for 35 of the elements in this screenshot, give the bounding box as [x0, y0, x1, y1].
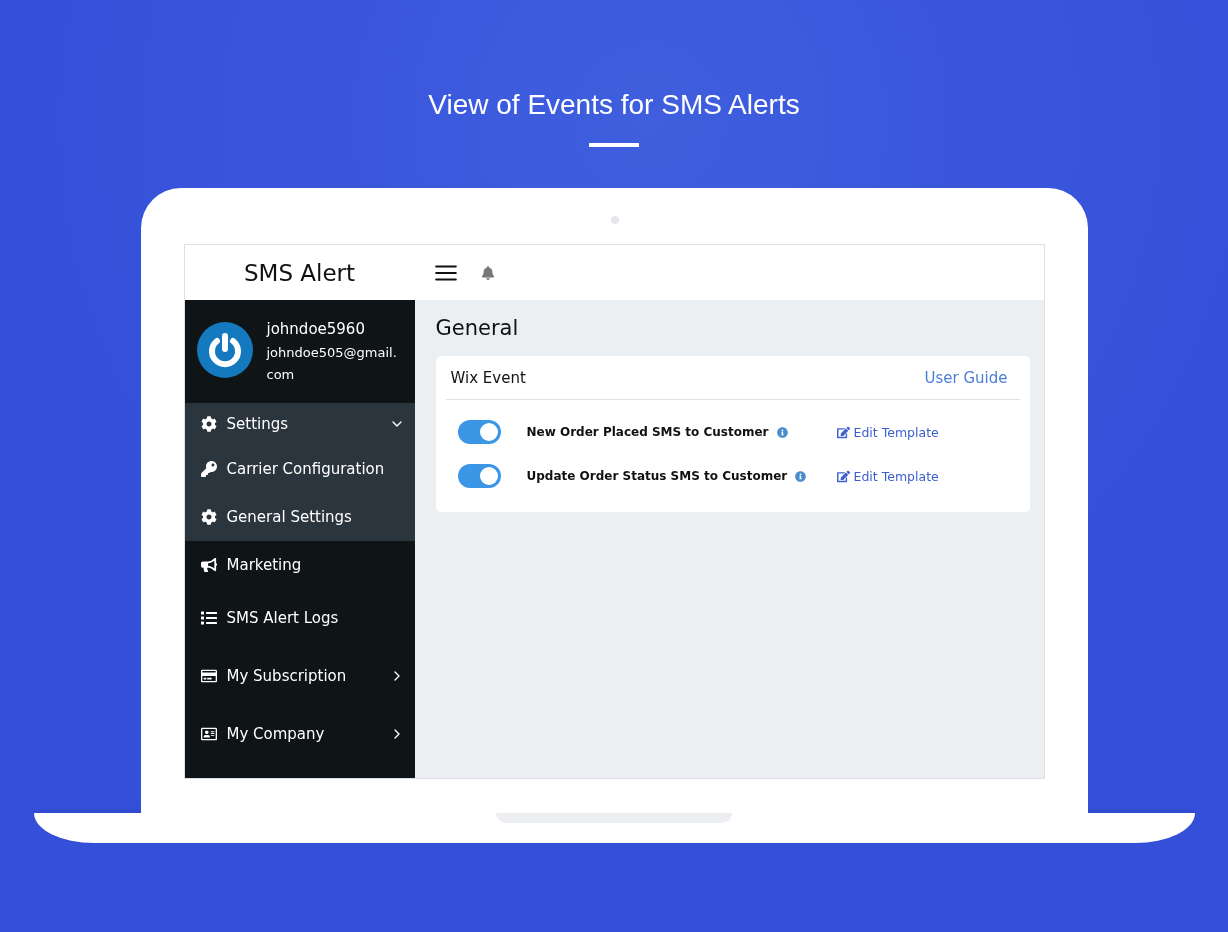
toggle-switch[interactable]: [457, 420, 501, 444]
headline: View of Events for SMS Alerts: [428, 88, 800, 122]
event-label: Update Order Status SMS to Customer: [526, 469, 788, 483]
camera-dot: [610, 216, 619, 224]
sidebar-item-icon: [200, 509, 217, 525]
toggle-switch[interactable]: [457, 464, 501, 488]
user-guide-link[interactable]: User Guide: [924, 368, 1008, 387]
brand-title: SMS Alert: [242, 259, 357, 286]
sidebar-item-icon: [200, 557, 217, 573]
headline-underline: [589, 143, 639, 147]
user-name: johndoe5960: [266, 320, 366, 338]
sidebar-subitem[interactable]: General Settings: [184, 493, 415, 541]
edit-template-link[interactable]: Edit Template: [836, 424, 939, 440]
sidebar-item[interactable]: Marketing: [184, 541, 415, 589]
sidebar-item-icon: [200, 726, 217, 742]
user-email: johndoe505@gmail. com: [266, 344, 397, 384]
info-icon[interactable]: [795, 470, 807, 482]
sidebar-item[interactable]: SMS Alert Logs: [184, 589, 415, 647]
page-title: General: [435, 316, 520, 340]
sidebar-item-icon: [200, 461, 217, 477]
sidebar-item-icon: [200, 610, 217, 626]
sidebar-item-icon: [200, 668, 217, 684]
info-icon[interactable]: [776, 426, 788, 438]
sidebar-subitem[interactable]: Carrier Configuration: [184, 445, 415, 493]
event-label: New Order Placed SMS to Customer: [526, 425, 769, 439]
sidebar-item[interactable]: My Company: [184, 705, 415, 763]
sidebar-item[interactable]: Settings: [184, 403, 415, 445]
sidebar-item[interactable]: My Subscription: [184, 647, 415, 705]
edit-icon: [836, 469, 850, 483]
power-avatar-icon: [196, 322, 253, 378]
edit-icon: [836, 425, 850, 439]
card-title: Wix Event: [450, 368, 526, 387]
edit-template-link[interactable]: Edit Template: [836, 468, 939, 484]
sidebar-item-icon: [200, 416, 217, 432]
bell-icon[interactable]: [480, 265, 495, 280]
